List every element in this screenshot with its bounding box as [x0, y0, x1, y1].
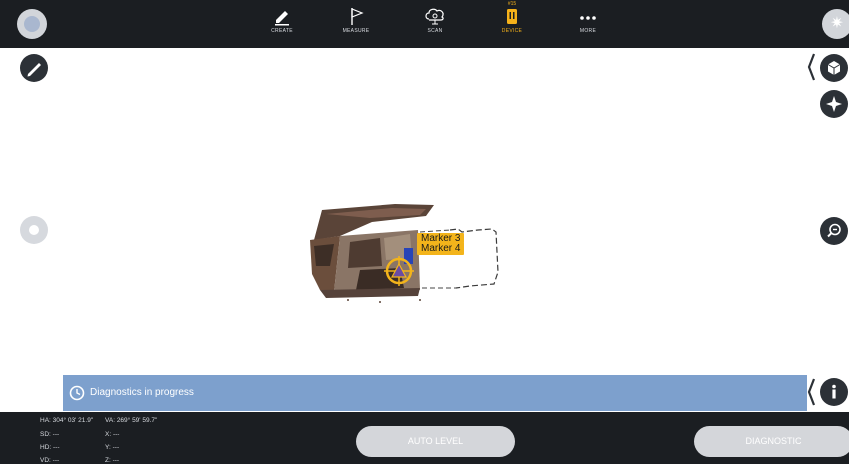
scan-tool-button[interactable]: SCAN — [413, 6, 457, 46]
measurement-panel: HA: 304° 03' 21.9" VA: 269° 59' 59.7" SD… — [0, 412, 849, 464]
marker-4-label[interactable]: Marker 4 — [417, 242, 465, 255]
compass-icon — [826, 96, 842, 112]
x-readout: X: --- — [105, 431, 120, 438]
status-text: Diagnostics in progress — [90, 387, 194, 398]
profile-button[interactable] — [17, 9, 47, 39]
device-icon — [507, 9, 517, 24]
zoom-button[interactable] — [820, 217, 848, 245]
device-tool-label: DEVICE — [501, 28, 523, 34]
top-toolbar: CREATE MEASURE SCAN #15 DEVICE MORE ✷ — [0, 0, 849, 48]
info-icon — [832, 384, 836, 399]
auto-level-button[interactable]: AUTO LEVEL — [356, 426, 515, 457]
measure-tool-button[interactable]: MEASURE — [334, 6, 378, 46]
measure-tool-label: MEASURE — [342, 28, 370, 34]
info-button[interactable] — [820, 378, 848, 406]
joystick-knob-icon — [29, 225, 39, 235]
pencil-icon — [27, 63, 41, 77]
view-cube-button[interactable] — [820, 54, 848, 82]
flag-icon — [351, 8, 364, 25]
navigation-button[interactable] — [820, 90, 848, 118]
device-badge: #15 — [507, 1, 517, 7]
pen-icon — [275, 11, 289, 26]
more-tool-label: MORE — [579, 28, 597, 34]
z-readout: Z: --- — [105, 457, 120, 464]
va-readout: VA: 269° 59' 59.7" — [105, 417, 158, 424]
diagnostic-button[interactable]: DIAGNOSTIC — [694, 426, 849, 457]
device-tool-button[interactable]: #15 DEVICE — [490, 1, 534, 46]
profile-avatar-icon — [24, 16, 40, 32]
joystick-control[interactable] — [20, 216, 48, 244]
app-window: CREATE MEASURE SCAN #15 DEVICE MORE ✷ Ma… — [0, 0, 849, 464]
more-dots-icon — [580, 16, 596, 20]
zoom-icon — [827, 223, 841, 238]
y-readout: Y: --- — [105, 444, 120, 451]
ha-readout: HA: 304° 03' 21.9" — [40, 417, 94, 424]
expand-bracket-icon[interactable] — [806, 377, 816, 407]
vd-readout: VD: --- — [40, 457, 60, 464]
cloud-scan-icon — [425, 8, 444, 25]
hd-readout: HD: --- — [40, 444, 60, 451]
more-tool-button[interactable]: MORE — [566, 6, 610, 46]
clock-icon — [69, 385, 85, 401]
draw-tool-button[interactable] — [20, 54, 48, 82]
settings-button[interactable]: ✷ — [822, 9, 849, 39]
collapse-bracket-icon[interactable] — [806, 52, 816, 82]
cube-icon — [827, 61, 841, 75]
sparkle-icon: ✷ — [830, 15, 844, 32]
sd-readout: SD: --- — [40, 431, 60, 438]
create-tool-button[interactable]: CREATE — [260, 6, 304, 46]
scan-tool-label: SCAN — [427, 28, 443, 34]
point-cloud-view[interactable] — [300, 196, 510, 308]
create-tool-label: CREATE — [271, 28, 293, 34]
diagnostics-status-bar: Diagnostics in progress — [63, 375, 807, 411]
